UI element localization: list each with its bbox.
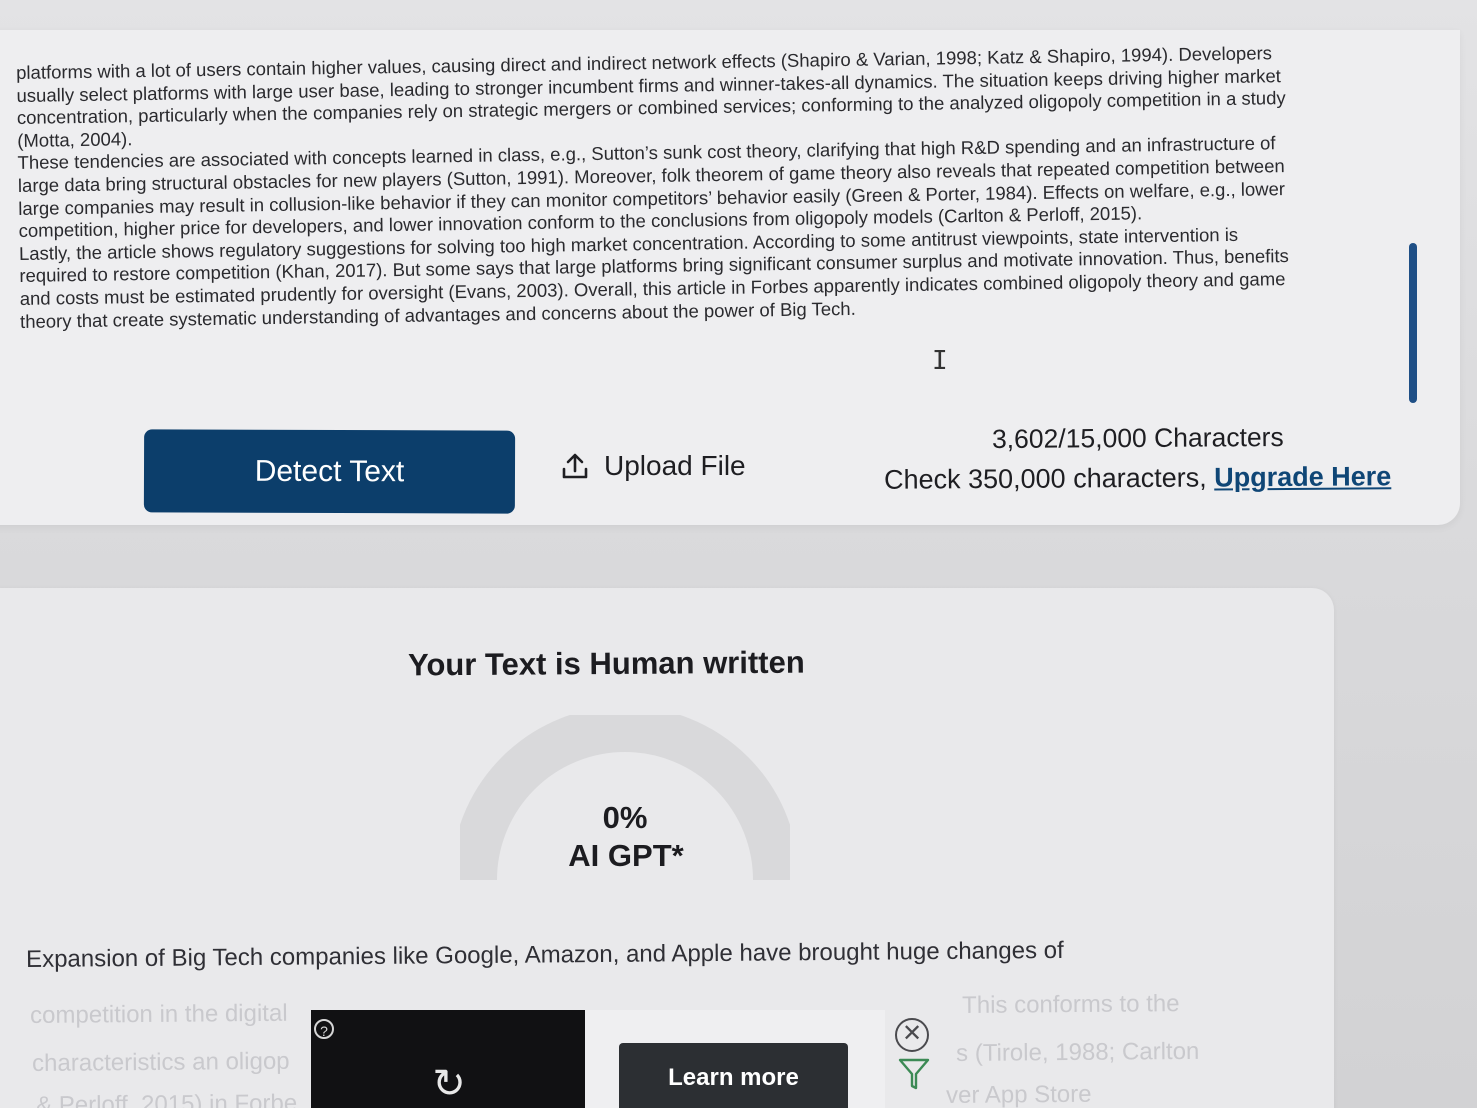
learn-more-label: Learn more bbox=[668, 1064, 799, 1091]
faded-summary-line: characteristics an oligop bbox=[32, 1047, 290, 1077]
gauge-label: AI GPT* bbox=[568, 838, 684, 873]
text-cursor-icon: I bbox=[932, 346, 948, 376]
upload-icon bbox=[562, 453, 588, 479]
faded-summary-line: competition in the digital bbox=[30, 999, 288, 1029]
faded-summary-line: ver App Store bbox=[946, 1080, 1092, 1108]
result-title: Your Text is Human written bbox=[407, 644, 805, 683]
faded-summary-line: s (Tirole, 1988; Carlton bbox=[956, 1037, 1200, 1067]
upgrade-notice: Check 350,000 characters, Upgrade Here bbox=[884, 461, 1391, 496]
essay-text-area[interactable]: platforms with a lot of users contain hi… bbox=[16, 40, 1430, 333]
learn-more-button[interactable]: Learn more bbox=[619, 1043, 848, 1108]
character-count: 3,602/15,000 Characters bbox=[991, 421, 1284, 455]
upgrade-link[interactable]: Upgrade Here bbox=[1214, 461, 1391, 492]
ad-info-icon[interactable] bbox=[897, 1056, 931, 1092]
replay-icon[interactable]: ↻ bbox=[424, 1060, 474, 1108]
faded-summary-line: & Perloff, 2015) in Forbe bbox=[36, 1089, 298, 1108]
close-icon[interactable]: ✕ bbox=[895, 1018, 929, 1052]
faded-summary-line: This conforms to the bbox=[962, 990, 1180, 1019]
ad-help-icon[interactable]: ? bbox=[314, 1019, 334, 1039]
screen: platforms with a lot of users contain hi… bbox=[0, 0, 1477, 1108]
textarea-scrollbar[interactable] bbox=[1409, 243, 1417, 403]
upload-file-label: Upload File bbox=[604, 450, 746, 481]
upgrade-prefix: Check 350,000 characters, bbox=[883, 462, 1215, 495]
detect-text-label: Detect Text bbox=[254, 454, 405, 488]
detect-text-button[interactable]: Detect Text bbox=[143, 429, 516, 514]
upload-file-button[interactable]: Upload File bbox=[560, 446, 746, 486]
gauge-percent: 0% bbox=[602, 800, 648, 835]
